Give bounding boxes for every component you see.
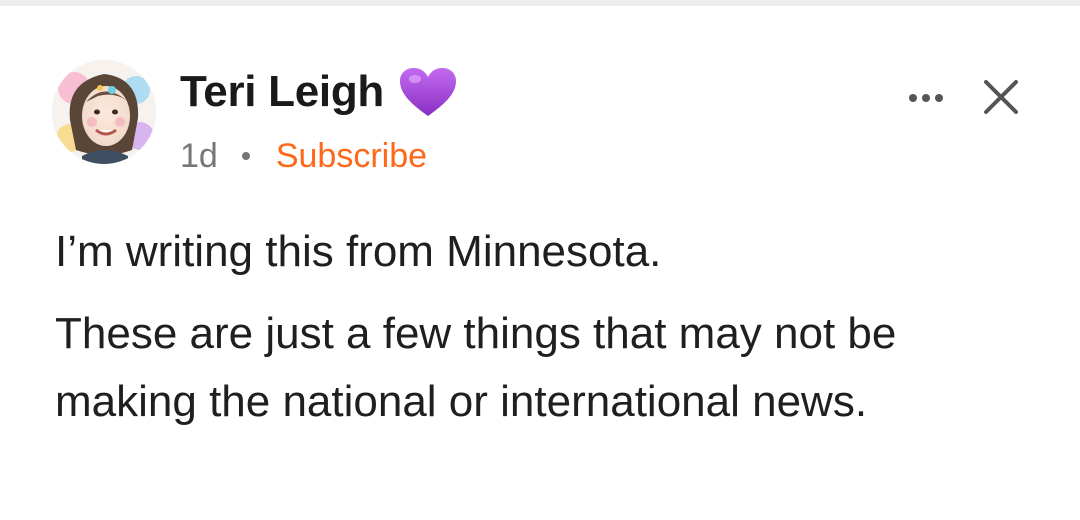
author-name-row: Teri Leigh: [180, 66, 458, 118]
post-body: I’m writing this from Minnesota. These a…: [55, 218, 1045, 450]
post-paragraph: I’m writing this from Minnesota.: [55, 227, 662, 276]
post-meta: 1d Subscribe: [180, 136, 427, 176]
more-dot: [909, 94, 917, 102]
more-options-icon[interactable]: [902, 84, 950, 112]
author-avatar[interactable]: [52, 60, 156, 164]
post-timestamp: 1d: [180, 137, 218, 175]
subscribe-link[interactable]: Subscribe: [276, 136, 427, 176]
avatar-illustration: [52, 60, 156, 164]
post-paragraph: These are just a few things that may not…: [55, 309, 897, 426]
purple-heart-icon: [398, 66, 458, 118]
post-card: Teri Leigh 1d Subscribe I’m writing this…: [0, 6, 1080, 520]
separator-dot: [241, 152, 250, 160]
close-icon[interactable]: [980, 76, 1022, 118]
author-name[interactable]: Teri Leigh: [180, 66, 384, 118]
more-dot: [935, 94, 943, 102]
more-dot: [922, 94, 930, 102]
